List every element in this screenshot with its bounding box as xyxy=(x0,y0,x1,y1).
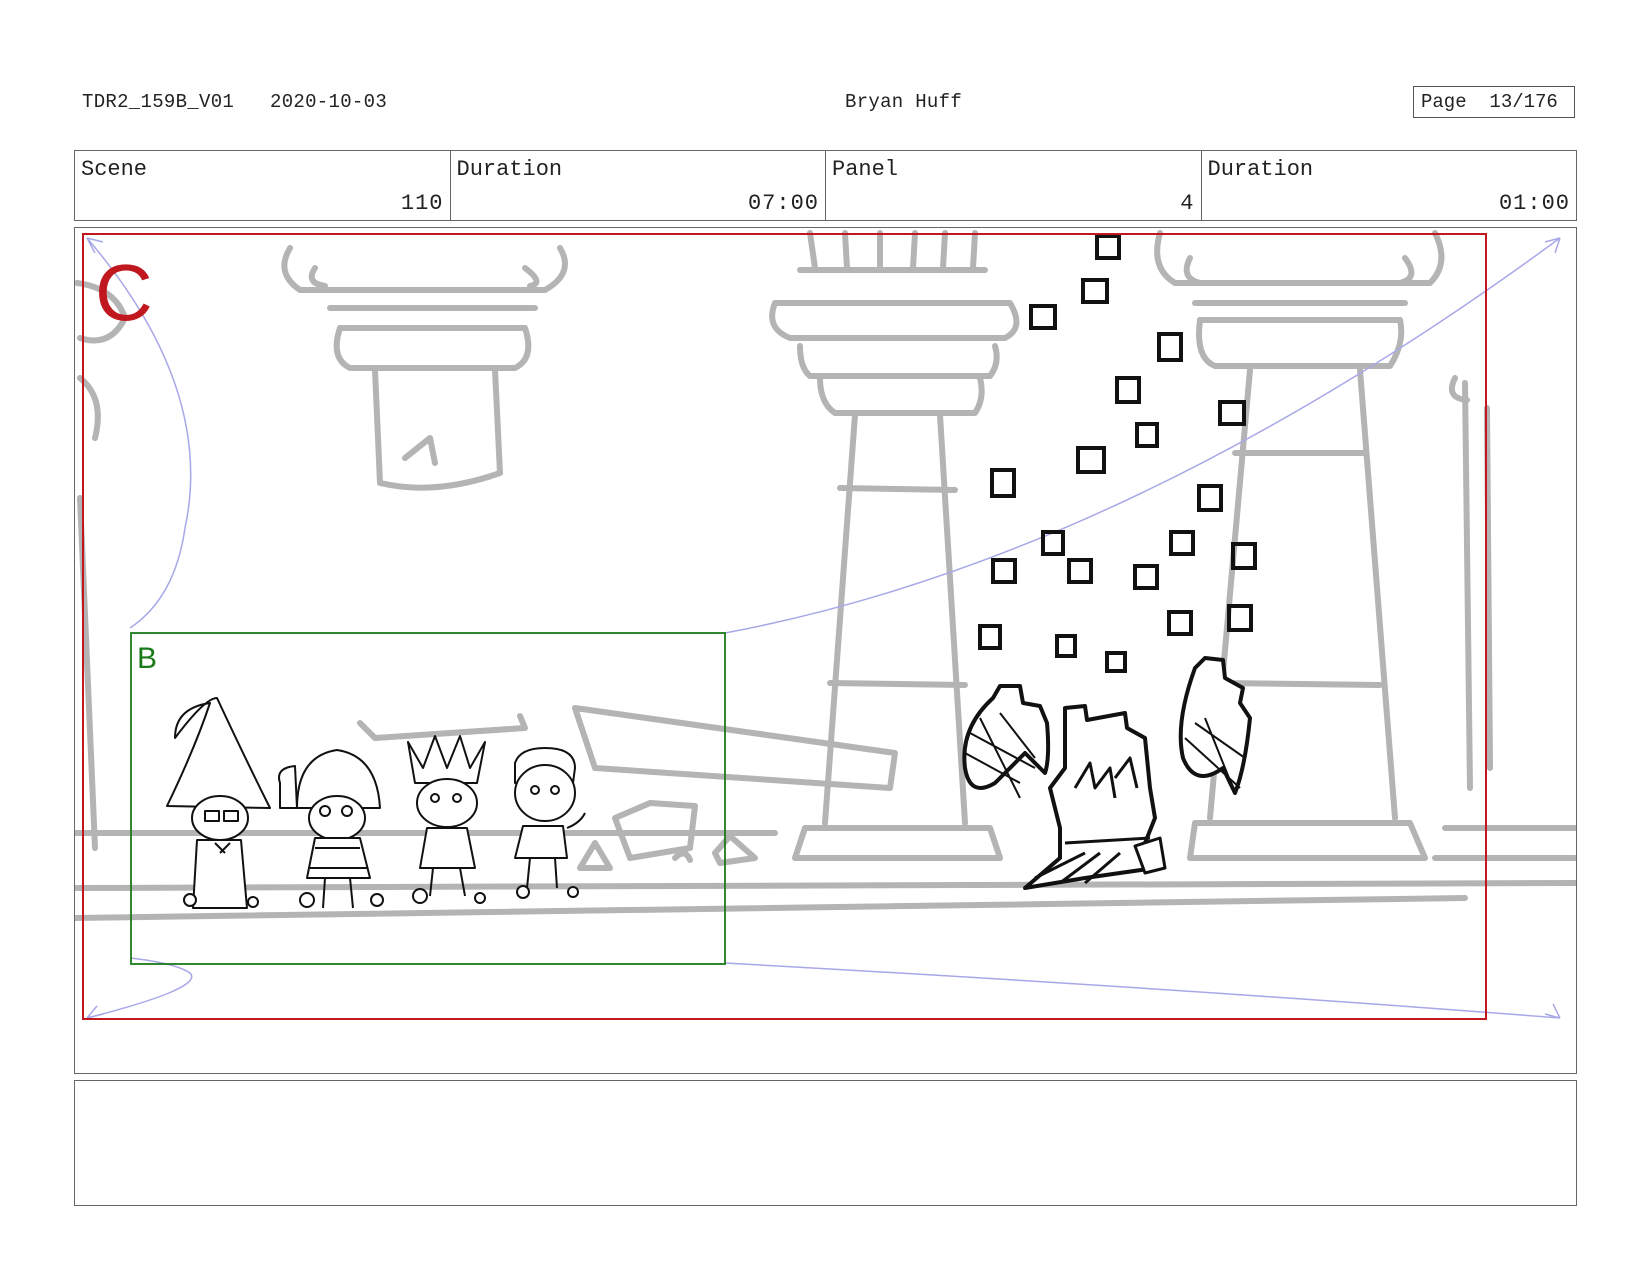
panel-duration-cell: Duration 01:00 xyxy=(1202,151,1577,220)
panel-cell: Panel 4 xyxy=(826,151,1202,220)
wizard-hat xyxy=(166,697,271,809)
scene-value: 110 xyxy=(400,191,444,216)
panel-value: 4 xyxy=(1180,191,1195,216)
background-sketch xyxy=(75,230,1576,921)
page-number-box: Page 13/176 xyxy=(1413,86,1575,118)
panel-label: Panel xyxy=(832,157,899,182)
scene-duration-value: 07:00 xyxy=(747,191,819,216)
artist-name: Bryan Huff xyxy=(845,91,963,113)
panel-duration-label: Duration xyxy=(1207,157,1314,182)
scene-cell: Scene 110 xyxy=(75,151,451,220)
scene-duration-cell: Duration 07:00 xyxy=(451,151,826,220)
doc-date: 2020-10-03 xyxy=(270,91,388,113)
scene-duration-label: Duration xyxy=(456,157,563,182)
panel-artwork: C B xyxy=(75,230,1576,1020)
action-notes-text xyxy=(75,1081,1576,1097)
frame-b-label: B xyxy=(137,642,157,675)
panel-duration-value: 01:00 xyxy=(1498,191,1570,216)
scene-label: Scene xyxy=(81,157,148,182)
frame-c-label: C xyxy=(95,248,153,337)
action-notes-box xyxy=(74,1080,1577,1206)
storyboard-panel: C B xyxy=(74,227,1577,1074)
king-crown xyxy=(407,735,486,784)
info-table: Scene 110 Duration 07:00 Panel 4 Duratio… xyxy=(74,150,1577,221)
doc-id: TDR2_159B_V01 xyxy=(82,91,235,113)
giant-creature-feet xyxy=(962,656,1252,890)
